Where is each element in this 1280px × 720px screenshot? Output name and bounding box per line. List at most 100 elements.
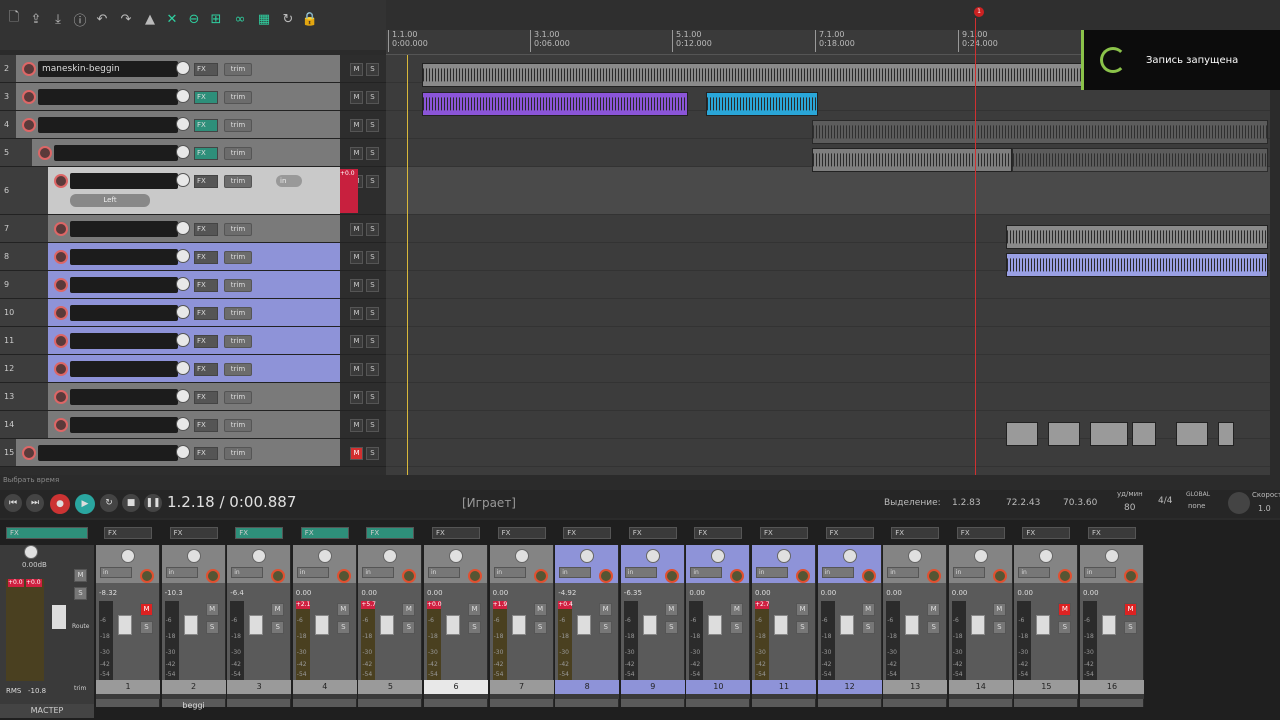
solo-button[interactable]: S <box>366 419 379 432</box>
strip-number[interactable]: 16 <box>1080 680 1144 694</box>
track-name-field[interactable] <box>70 249 178 265</box>
volume-knob[interactable] <box>176 173 190 187</box>
volume-knob[interactable] <box>176 417 190 431</box>
track-panel[interactable]: FX trim <box>48 271 340 298</box>
record-arm-icon[interactable] <box>22 118 36 132</box>
input-button[interactable]: in <box>362 567 395 578</box>
strip-fx-button[interactable]: FX <box>104 527 152 539</box>
master-volume[interactable]: 0.00dB <box>22 561 47 569</box>
media-item[interactable] <box>422 92 688 116</box>
input-button[interactable]: in <box>952 567 985 578</box>
volume-knob[interactable] <box>176 277 190 291</box>
redo-icon[interactable]: ↷ <box>116 9 136 29</box>
strip-fx-button[interactable]: FX <box>235 527 284 539</box>
track-name-field[interactable] <box>70 389 178 405</box>
record-arm-icon[interactable] <box>1058 569 1073 583</box>
strip-mute-button[interactable]: M <box>336 603 350 616</box>
volume-knob[interactable] <box>176 221 190 235</box>
solo-button[interactable]: S <box>366 447 379 460</box>
pause-button[interactable]: ❚❚ <box>144 494 162 512</box>
strip-fx-button[interactable]: FX <box>432 527 480 539</box>
pan-knob[interactable] <box>645 549 660 563</box>
record-arm-icon[interactable] <box>336 569 351 583</box>
fx-button[interactable]: FX <box>194 447 218 460</box>
volume-knob[interactable] <box>176 333 190 347</box>
strip-mute-button[interactable]: M <box>796 603 809 616</box>
strip-mute-button[interactable]: M <box>1058 603 1072 616</box>
track-panel[interactable]: FX trim <box>48 355 340 382</box>
record-button[interactable]: ● <box>50 494 70 514</box>
record-arm-icon[interactable] <box>468 569 482 583</box>
track-lane[interactable] <box>386 167 1270 215</box>
track-name-field[interactable] <box>70 277 178 293</box>
input-button[interactable]: in <box>1084 567 1116 578</box>
repeat-icon[interactable]: ↻ <box>100 494 118 512</box>
trim-button[interactable]: trim <box>224 363 252 376</box>
project-info-icon[interactable]: ⓘ <box>70 9 90 29</box>
track-panel[interactable]: FX trim <box>48 327 340 354</box>
track-row[interactable]: 4 FX trim M S <box>0 111 386 139</box>
volume-fader[interactable] <box>905 615 920 635</box>
record-arm-icon[interactable] <box>54 306 68 320</box>
strip-solo-button[interactable]: S <box>336 621 350 634</box>
master-fx-button[interactable]: FX <box>6 527 88 539</box>
pan-knob[interactable] <box>1105 549 1119 563</box>
new-project-icon[interactable]: 🗋 <box>4 9 24 29</box>
track-name-field[interactable] <box>54 145 178 161</box>
media-item[interactable] <box>1090 422 1128 446</box>
strip-fx-button[interactable]: FX <box>169 527 218 539</box>
pan-knob[interactable] <box>252 549 267 563</box>
pan-knob[interactable] <box>186 549 201 563</box>
go-end-icon[interactable]: ⏭ <box>26 494 44 512</box>
track-name-field[interactable] <box>70 361 178 377</box>
record-arm-icon[interactable] <box>796 569 810 583</box>
track-row[interactable]: 11 FX trim M S <box>0 327 386 355</box>
track-lane[interactable] <box>386 383 1270 411</box>
input-button[interactable]: in <box>276 175 302 187</box>
strip-number[interactable]: 9 <box>620 680 685 694</box>
trim-button[interactable]: trim <box>224 223 252 236</box>
solo-button[interactable]: S <box>366 391 379 404</box>
volume-knob[interactable] <box>176 117 190 131</box>
strip-number[interactable]: 1 <box>96 680 160 694</box>
volume-fader[interactable] <box>1036 615 1051 635</box>
record-arm-icon[interactable] <box>599 569 614 583</box>
strip-solo-button[interactable]: S <box>402 621 416 634</box>
trim-button[interactable]: trim <box>224 251 252 264</box>
track-row[interactable]: 2 maneskin-beggin FX trim M S <box>0 55 386 83</box>
input-button[interactable]: in <box>231 567 264 578</box>
strip-number[interactable]: 2 <box>161 680 226 694</box>
input-channel-select[interactable]: Left <box>70 194 150 207</box>
record-arm-icon[interactable] <box>38 146 52 160</box>
strip-volume-value[interactable]: 0.00 <box>1017 589 1033 597</box>
track-panel[interactable]: FX trim <box>32 139 340 166</box>
input-button[interactable]: in <box>821 567 854 578</box>
trim-button[interactable]: trim <box>224 175 252 188</box>
strip-volume-value[interactable]: 0.00 <box>1083 589 1099 597</box>
play-button[interactable]: ▶ <box>75 494 95 514</box>
grid-snap-icon[interactable]: ⊖ <box>184 9 204 29</box>
input-button[interactable]: in <box>559 567 592 578</box>
input-button[interactable]: in <box>887 567 920 578</box>
volume-knob[interactable] <box>176 389 190 403</box>
master-route-button[interactable]: Route <box>72 623 89 630</box>
strip-volume-value[interactable]: 0.00 <box>952 589 968 597</box>
volume-fader[interactable] <box>183 615 198 635</box>
strip-mute-button[interactable]: M <box>861 603 875 616</box>
strip-mute-button[interactable]: M <box>140 603 153 616</box>
strip-fx-button[interactable]: FX <box>891 527 940 539</box>
record-arm-icon[interactable] <box>54 278 68 292</box>
pan-knob[interactable] <box>777 549 791 563</box>
strip-mute-button[interactable]: M <box>599 603 613 616</box>
bpm-value[interactable]: 80 <box>1124 503 1135 513</box>
media-item[interactable] <box>1218 422 1234 446</box>
save-icon[interactable]: ⤓ <box>48 9 68 29</box>
track-row[interactable]: 10 FX trim M S <box>0 299 386 327</box>
track-name-field[interactable] <box>70 417 178 433</box>
record-arm-icon[interactable] <box>22 446 36 460</box>
volume-knob[interactable] <box>176 61 190 75</box>
strip-volume-value[interactable]: -4.92 <box>558 589 576 597</box>
loop-icon[interactable]: ↻ <box>278 9 298 29</box>
strip-mute-button[interactable]: M <box>533 603 547 616</box>
mute-button[interactable]: M <box>350 251 363 264</box>
